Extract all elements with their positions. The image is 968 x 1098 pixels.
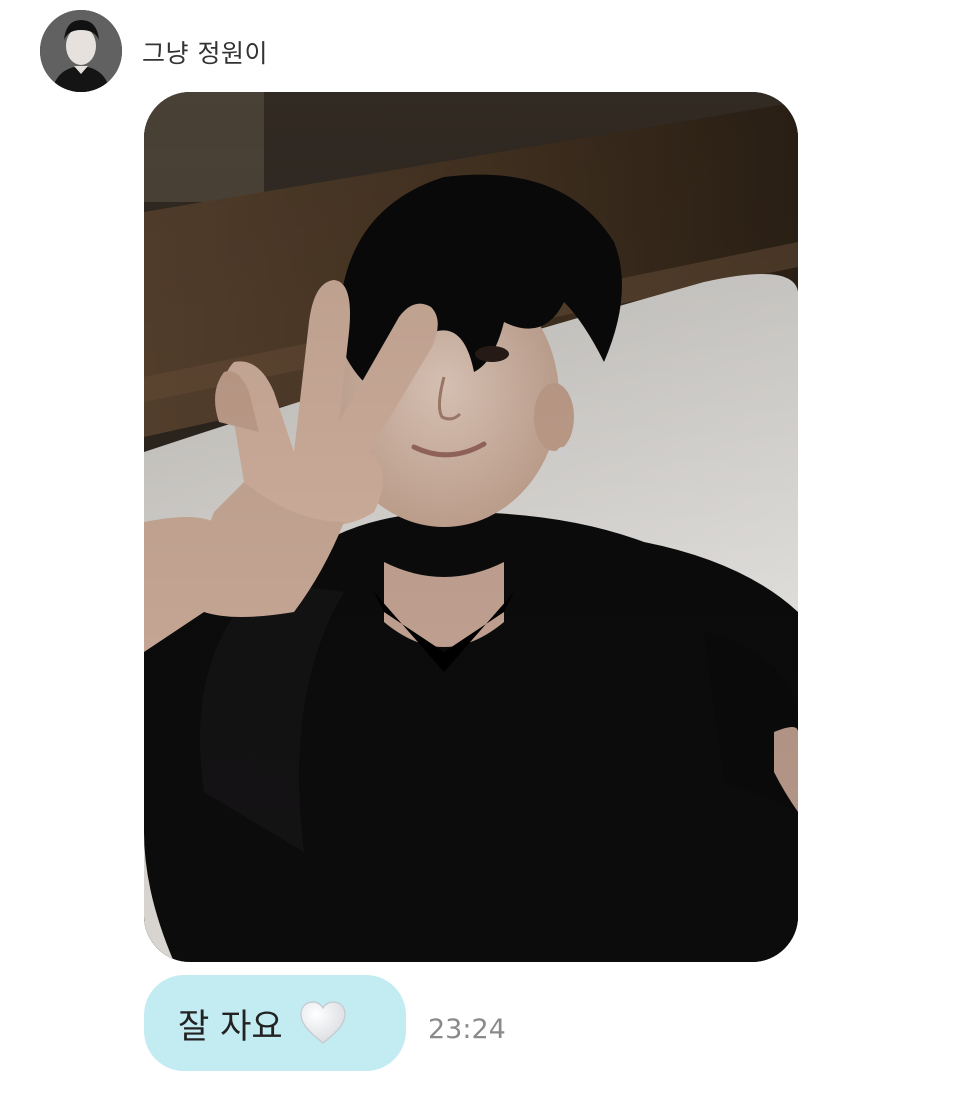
- message-bubble[interactable]: 잘 자요: [144, 975, 406, 1071]
- sender-avatar[interactable]: [40, 10, 122, 92]
- white-heart-icon: [299, 1000, 347, 1046]
- selfie-photo: [144, 92, 798, 962]
- message-text: 잘 자요: [178, 1006, 283, 1047]
- photo-message[interactable]: [144, 92, 798, 962]
- sender-name: 그냥 정원이: [142, 39, 268, 68]
- avatar-portrait: [40, 10, 122, 92]
- message-timestamp: 23:24: [428, 1014, 506, 1045]
